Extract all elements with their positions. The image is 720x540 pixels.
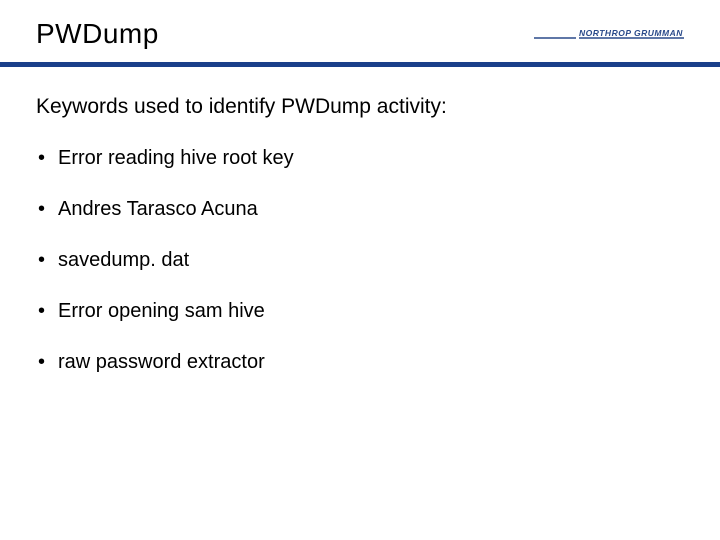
svg-text:NORTHROP GRUMMAN: NORTHROP GRUMMAN <box>579 28 683 38</box>
list-item: Error opening sam hive <box>36 300 684 323</box>
company-logo: NORTHROP GRUMMAN <box>534 24 684 52</box>
list-item: raw password extractor <box>36 351 684 374</box>
list-item: Error reading hive root key <box>36 147 684 170</box>
slide-title: PWDump <box>36 18 159 50</box>
slide-header: PWDump NORTHROP GRUMMAN <box>0 0 720 62</box>
bullet-list: Error reading hive root key Andres Taras… <box>36 147 684 374</box>
slide-content: Keywords used to identify PWDump activit… <box>0 67 720 374</box>
list-item: savedump. dat <box>36 249 684 272</box>
list-item: Andres Tarasco Acuna <box>36 198 684 221</box>
content-subtitle: Keywords used to identify PWDump activit… <box>36 95 684 119</box>
